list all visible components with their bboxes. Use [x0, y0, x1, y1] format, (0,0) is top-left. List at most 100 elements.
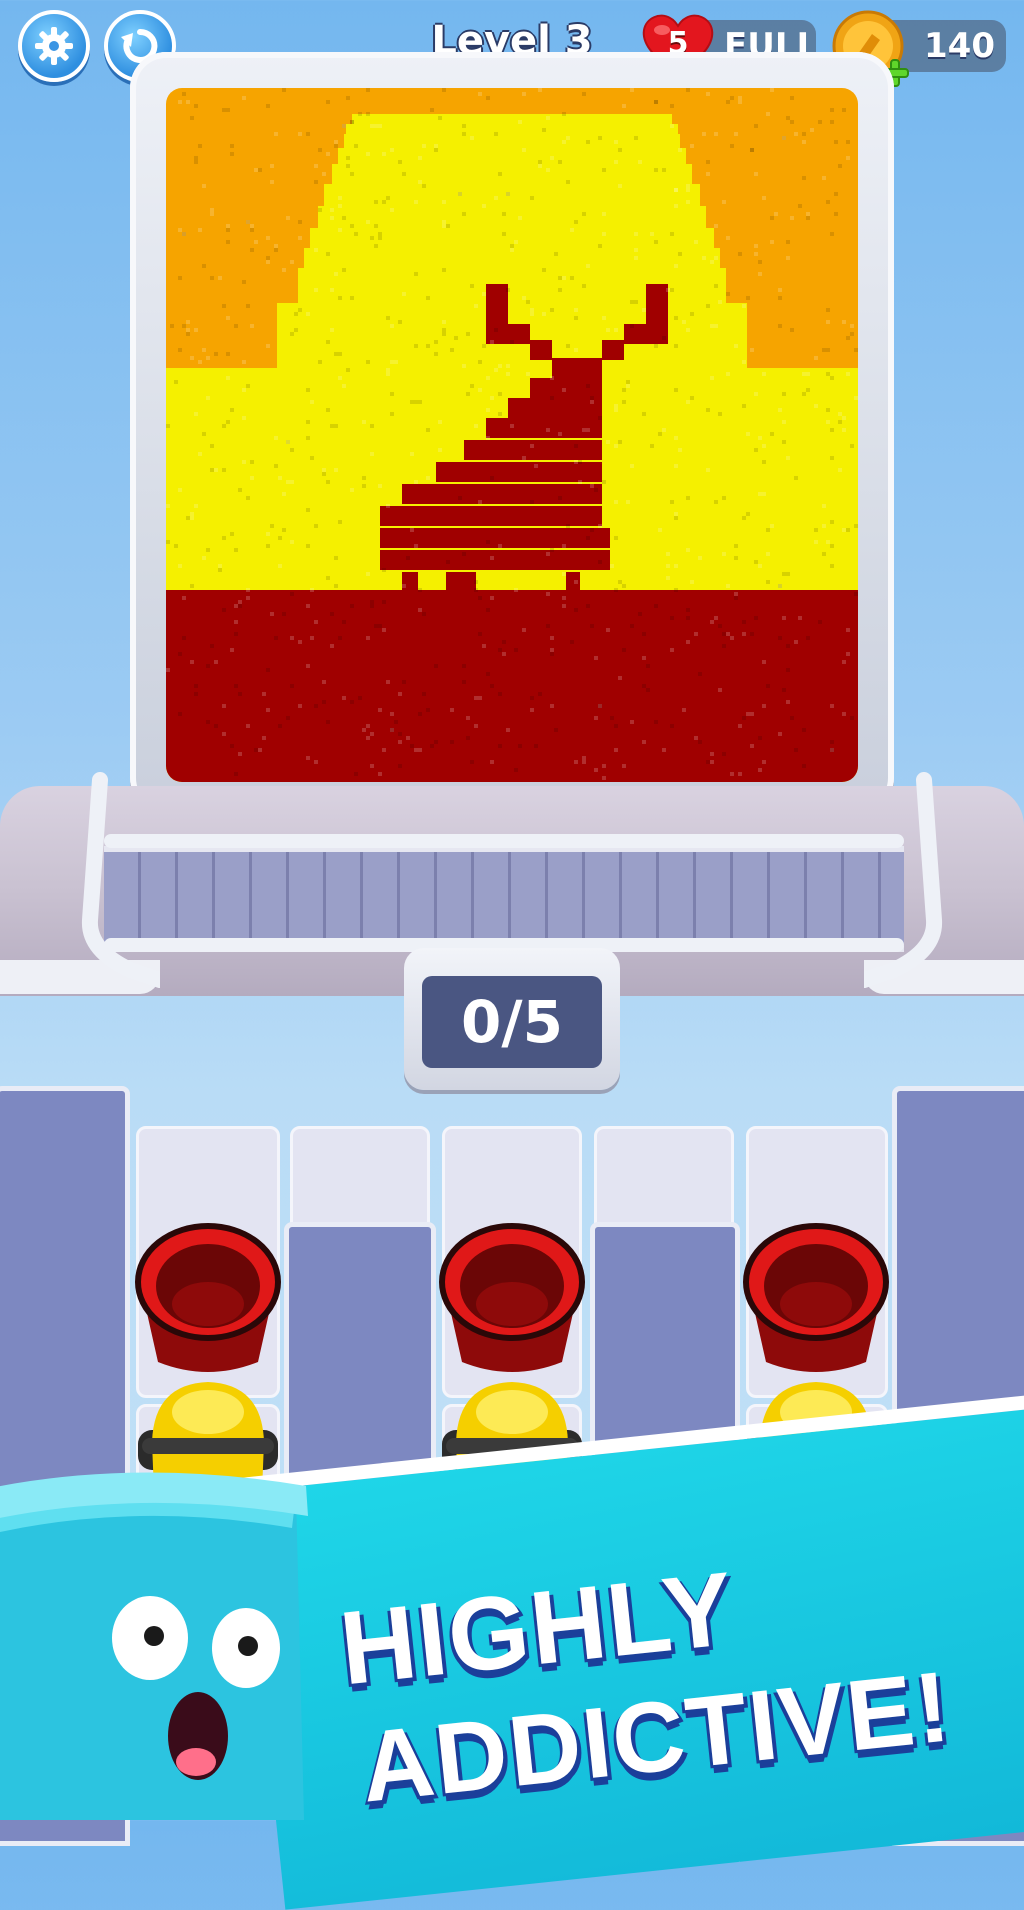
texture-speck [558, 432, 562, 436]
texture-speck [674, 564, 678, 568]
texture-speck [750, 148, 754, 152]
deer-pixel [402, 572, 418, 592]
texture-speck [638, 160, 642, 164]
texture-speck [286, 440, 290, 444]
texture-speck [382, 600, 386, 604]
texture-speck [270, 612, 274, 616]
texture-speck [314, 620, 318, 624]
texture-speck [634, 232, 638, 236]
texture-speck [314, 704, 318, 708]
texture-speck [414, 272, 418, 276]
texture-speck [622, 584, 626, 588]
texture-speck [546, 168, 550, 172]
texture-speck [754, 560, 758, 564]
deer-pixel [464, 440, 602, 460]
texture-speck [210, 444, 214, 448]
texture-speck [850, 444, 854, 448]
texture-speck [346, 164, 350, 168]
texture-speck [398, 732, 402, 736]
texture-speck [482, 344, 486, 348]
texture-speck [566, 344, 570, 348]
red-cannon-icon[interactable] [738, 1212, 894, 1382]
texture-speck [574, 316, 578, 320]
texture-speck [758, 492, 762, 496]
red-cannon-icon[interactable] [434, 1212, 590, 1382]
texture-speck [462, 364, 466, 368]
texture-speck [658, 432, 662, 436]
texture-speck [782, 440, 786, 444]
texture-speck [306, 312, 310, 316]
texture-speck [518, 216, 522, 220]
texture-speck [834, 212, 838, 216]
texture-speck [614, 588, 618, 592]
texture-speck [570, 640, 574, 644]
texture-speck [226, 224, 230, 228]
texture-speck [654, 720, 658, 724]
texture-speck [498, 364, 502, 368]
mascot-cup-icon [0, 1458, 320, 1820]
texture-speck [742, 516, 746, 520]
texture-speck [414, 344, 418, 348]
texture-speck [350, 700, 354, 704]
texture-speck [306, 604, 310, 608]
texture-speck [314, 180, 318, 184]
texture-speck [590, 396, 594, 400]
texture-speck [366, 360, 370, 364]
texture-speck [730, 636, 734, 640]
texture-speck [618, 440, 622, 444]
texture-speck [826, 372, 830, 376]
texture-speck [606, 440, 610, 444]
texture-speck [326, 480, 330, 484]
texture-speck [206, 356, 210, 360]
settings-button[interactable] [18, 10, 90, 82]
texture-speck [474, 724, 478, 728]
texture-speck [702, 132, 706, 136]
texture-speck [454, 336, 458, 340]
texture-speck [278, 476, 282, 480]
texture-speck [266, 708, 270, 712]
texture-speck [198, 228, 202, 232]
texture-speck [338, 376, 342, 380]
texture-speck [654, 168, 658, 172]
texture-speck [242, 388, 246, 392]
texture-speck [334, 272, 338, 276]
texture-speck [334, 468, 338, 472]
texture-speck [838, 420, 842, 424]
texture-speck [442, 320, 446, 324]
texture-speck [534, 744, 538, 748]
texture-speck [690, 396, 694, 400]
texture-speck [734, 556, 738, 560]
texture-speck [730, 144, 734, 148]
texture-speck [614, 444, 618, 448]
texture-speck [794, 476, 798, 480]
texture-speck [794, 748, 798, 752]
texture-speck [398, 740, 402, 744]
texture-speck [822, 176, 826, 180]
texture-speck [242, 280, 246, 284]
texture-speck [686, 200, 690, 204]
texture-speck [378, 624, 382, 628]
texture-speck [754, 172, 758, 176]
texture-speck [522, 92, 526, 96]
texture-speck [494, 328, 498, 332]
texture-speck [334, 352, 338, 356]
texture-speck [222, 536, 226, 540]
texture-speck [426, 344, 430, 348]
texture-speck [830, 120, 834, 124]
deer-pixel [402, 484, 602, 504]
texture-speck [778, 408, 782, 412]
texture-speck [222, 732, 226, 736]
texture-speck [842, 428, 846, 432]
texture-speck [754, 252, 758, 256]
texture-speck [406, 736, 410, 740]
texture-speck [614, 408, 618, 412]
texture-speck [742, 632, 746, 636]
texture-speck [758, 272, 762, 276]
texture-speck [754, 616, 758, 620]
texture-speck [670, 724, 674, 728]
texture-speck [758, 436, 762, 440]
texture-speck [466, 716, 470, 720]
texture-speck [506, 364, 510, 368]
texture-speck [182, 232, 186, 236]
red-cannon-icon[interactable] [130, 1212, 286, 1382]
